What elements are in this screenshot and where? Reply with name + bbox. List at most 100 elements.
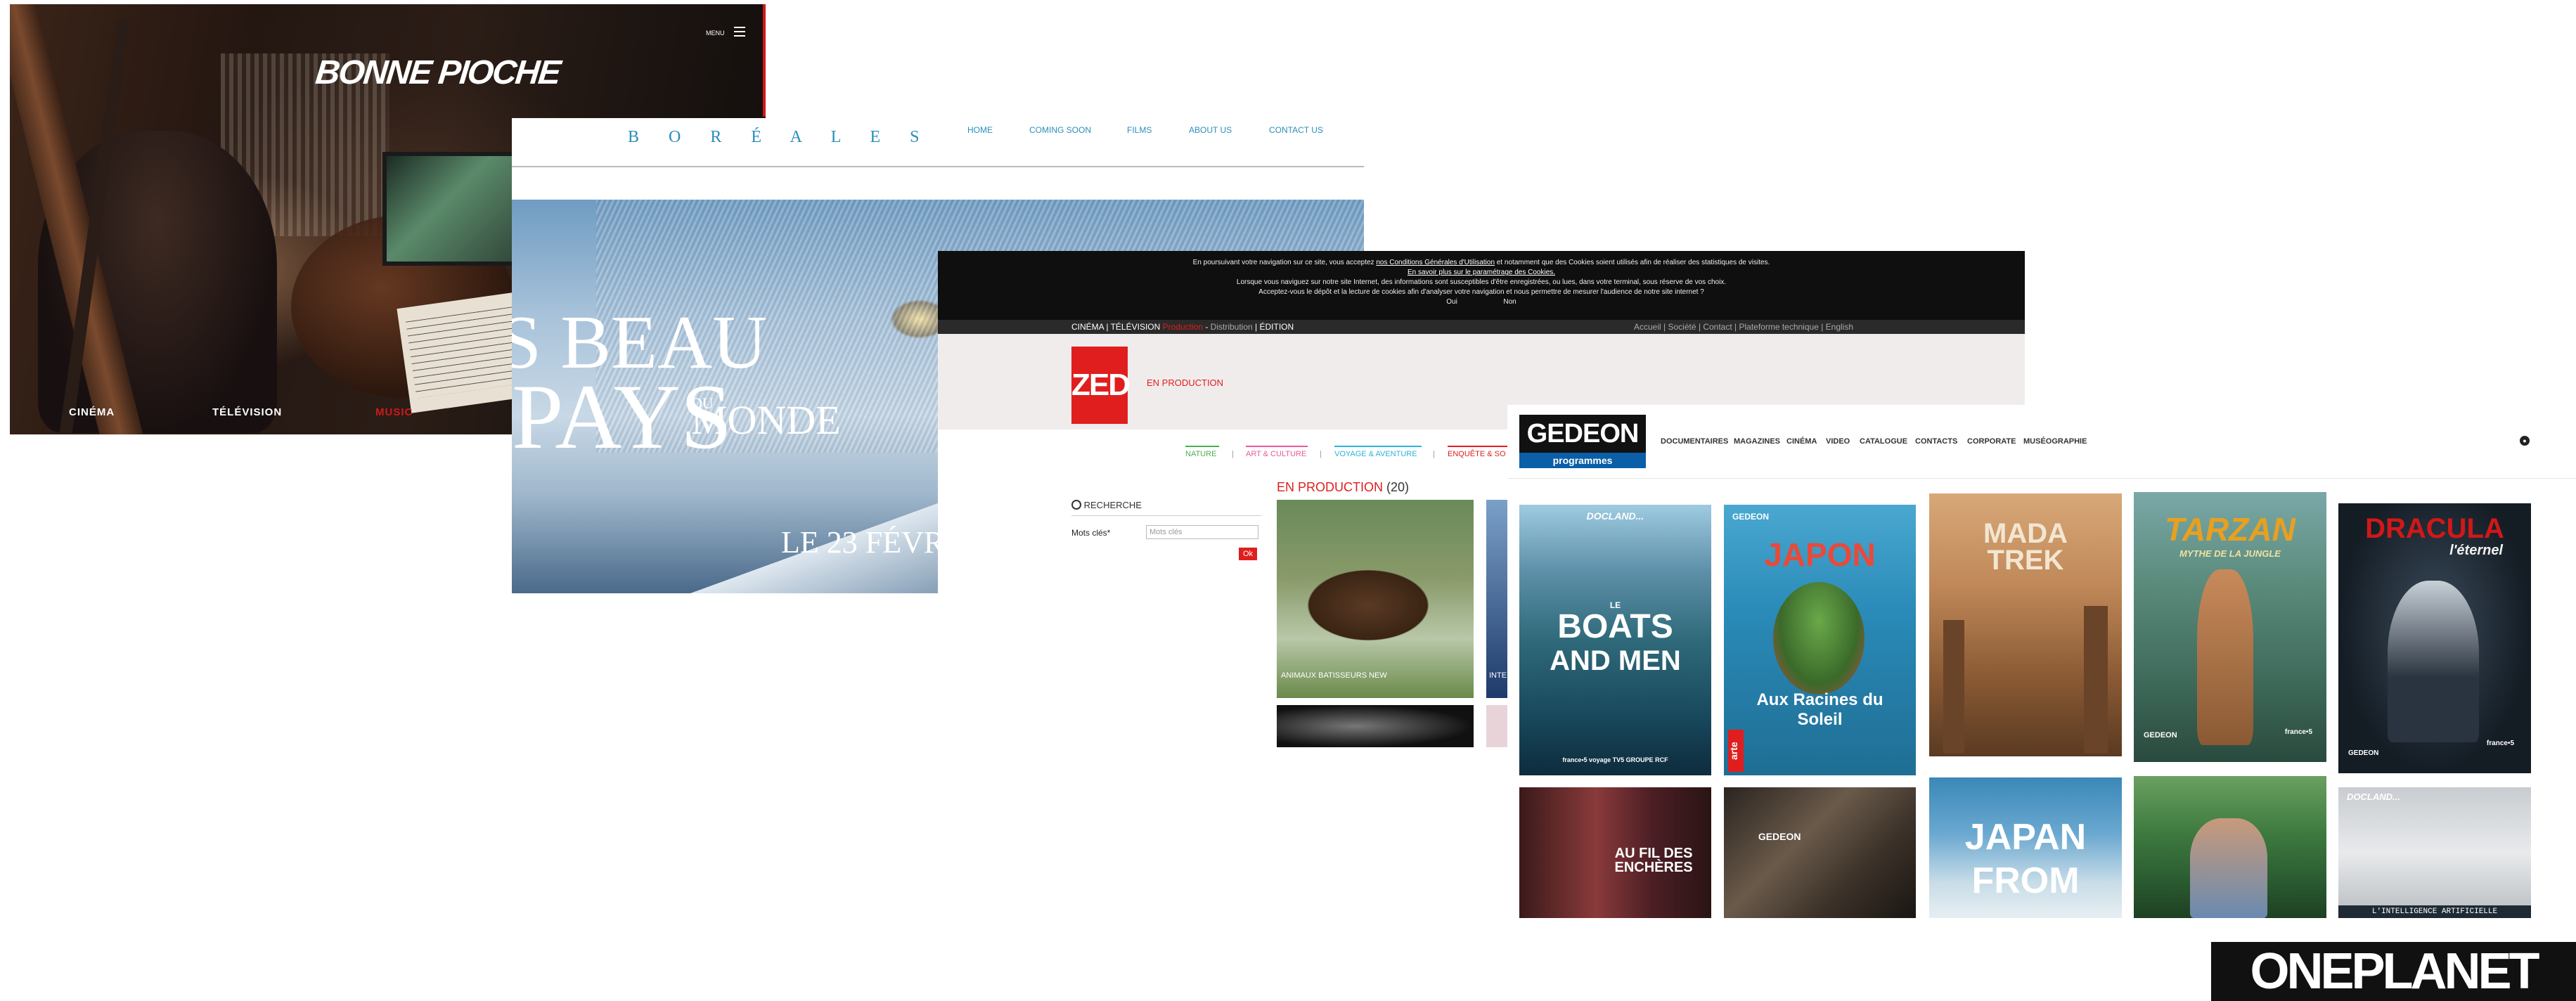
card-caption: ANIMAUX BATISSEURS NEW [1281,671,1387,680]
poster-island-image [1773,582,1865,695]
poster-dracula[interactable]: DRACULA l'éternel GEDEON france•5 [2338,503,2531,773]
poster-title: DRACULA [2365,513,2504,544]
production-card[interactable]: INTE [1486,500,1510,698]
topbar-english[interactable]: English [1826,322,1853,332]
cookie-text: et notamment que des Cookies soient util… [1496,259,1770,266]
boreales-logo[interactable]: B O R É A L E S [628,128,932,147]
category-underline [1185,446,1219,447]
nav-contact-us[interactable]: CONTACT US [1269,125,1323,135]
topbar-edition[interactable]: ÉDITION [1260,322,1294,332]
nav-home[interactable]: HOME [967,125,993,135]
keywords-label: Mots clés* [1071,528,1111,538]
category-separator: | [1433,450,1435,458]
production-card[interactable] [1486,705,1510,747]
topbar-contact[interactable]: Contact [1703,322,1732,332]
topbar-production[interactable]: Production [1163,322,1203,332]
tarzan-figure-image [2197,569,2253,745]
arte-logo: arte [1728,730,1744,772]
nav-about-us[interactable]: ABOUT US [1189,125,1232,135]
hamburger-menu-icon[interactable] [734,27,745,37]
family-figures-image [2190,818,2267,918]
category-art-culture[interactable]: ART & CULTURE [1246,448,1306,458]
poster-title: TARZAN [2165,511,2295,548]
cookie-banner: En poursuivant votre navigation sur ce s… [938,251,2025,320]
cookie-text: Acceptez-vous le dépôt et la lecture de … [1258,288,1704,296]
poster-family-forest[interactable] [2134,776,2326,918]
poster-small-label: GEDEON [2348,749,2379,757]
production-card[interactable] [1277,705,1474,747]
category-enquete[interactable]: ENQUÊTE & SO [1448,448,1506,458]
nav-television[interactable]: TÉLÉVISION [212,406,282,418]
header-divider [512,166,1364,167]
cookie-decline-button[interactable]: Non [1503,298,1516,306]
poster-subtitle: MYTHE DE LA JUNGLE [2179,548,2281,559]
poster-footer: france•5 [2284,728,2312,736]
poster-top-label: DOCLAND... [1586,510,1644,522]
nav-video[interactable]: VIDEO [1826,437,1850,446]
poster-title: GEDEON [1758,831,1801,842]
poster-tarzan[interactable]: TARZAN MYTHE DE LA JUNGLE GEDEON france•… [2134,492,2326,762]
section-count: (20) [1386,480,1410,494]
nav-documentaires[interactable]: DOCUMENTAIRES [1661,437,1728,446]
hero-release-date: LE 23 FÉVR [781,525,945,560]
poster-au-fil-des-encheres[interactable]: AU FIL DES ENCHÈRES [1519,787,1711,918]
baobab-image [1943,620,1964,754]
poster-title: JAPON [1764,536,1876,573]
search-heading: RECHERCHE [1071,500,1142,510]
nav-corporate[interactable]: CORPORATE [1967,437,2016,446]
nav-magazines[interactable]: MAGAZINES [1734,437,1780,446]
category-voyage-aventure[interactable]: VOYAGE & AVENTURE [1334,448,1417,458]
nav-films[interactable]: FILMS [1127,125,1152,135]
gedeon-logo-subtext: programmes [1519,453,1646,468]
account-icon[interactable]: ● [2520,436,2530,446]
gedeon-logo[interactable]: GEDEON programmes [1519,415,1646,468]
poster-subtitle: L'INTELLIGENCE ARTIFICIELLE [2338,905,2531,918]
category-underline [1334,446,1422,447]
topbar-company[interactable]: Société [1668,322,1696,332]
poster-title: BOATS [1557,608,1673,645]
poster-mada-trek[interactable]: MADA TREK [1929,493,2122,756]
search-ok-button[interactable]: Ok [1239,548,1257,560]
category-separator: | [1232,450,1234,458]
nav-coming-soon[interactable]: COMING SOON [1029,125,1091,135]
production-card-beaver[interactable]: ANIMAUX BATISSEURS NEW [1277,500,1474,698]
oneplanet-logo: ONEPLANET [2211,942,2576,1001]
poster-intelligence-artificielle[interactable]: DOCLAND... L'INTELLIGENCE ARTIFICIELLE [2338,787,2531,918]
accent-bar [763,4,766,117]
nav-music[interactable]: MUSIC [375,406,413,418]
search-divider [1071,515,1261,516]
nav-cinema[interactable]: CINÉMA [69,406,115,418]
card-caption: INTE [1489,671,1507,680]
cookie-settings-link[interactable]: En savoir plus sur le paramétrage des Co… [1408,269,1555,276]
nav-catalogue[interactable]: CATALOGUE [1860,437,1907,446]
zed-logo[interactable]: ZED [1071,347,1131,424]
nav-cinema[interactable]: CINÉMA [1786,437,1817,446]
topbar-distribution[interactable]: Distribution [1211,322,1253,332]
poster-footer: france•5 voyage TV5 GROUPE RCF [1562,756,1668,763]
topbar-television[interactable]: TÉLÉVISION [1111,322,1161,332]
category-underline [1246,446,1308,447]
gedeon-logo-text: GEDEON [1526,419,1640,448]
cookie-accept-button[interactable]: Oui [1446,298,1457,306]
poster-japan-from[interactable]: JAPAN FROM [1929,777,2122,918]
poster-gedeon-chefs[interactable]: GEDEON [1724,787,1916,918]
poster-boats-and-men[interactable]: DOCLAND... LE BOATS AND MEN france•5 voy… [1519,505,1711,775]
poster-japon[interactable]: GEDEON JAPON Aux Racines du Soleil arte [1724,505,1916,775]
topbar-home[interactable]: Accueil [1634,322,1661,332]
poster-subtitle: AND MEN [1550,645,1681,676]
bonne-pioche-logo[interactable]: BONNE PIOCHE [314,53,561,92]
cookie-text: Lorsque vous naviguez sur notre site Int… [1236,278,1727,286]
topbar-cinema[interactable]: CINÉMA [1071,322,1104,332]
topbar-right-nav: Accueil | Société | Contact | Plateforme… [1634,322,1854,332]
section-title: EN PRODUCTION (20) [1277,480,1410,494]
topbar-platform[interactable]: Plateforme technique [1739,322,1818,332]
menu-label[interactable]: MENU [706,30,725,37]
category-nature[interactable]: NATURE [1185,448,1216,458]
nav-contacts[interactable]: CONTACTS [1915,437,1957,446]
keywords-input[interactable]: Mots clés [1146,525,1258,539]
nav-museographie[interactable]: MUSÉOGRAPHIE [2023,437,2087,446]
cookie-text: En poursuivant votre navigation sur ce s… [1192,259,1374,266]
poster-title: AU FIL DES ENCHÈRES [1614,846,1693,875]
poster-subtitle: l'éternel [2449,543,2503,558]
terms-link[interactable]: nos Conditions Générales d'Utilisation [1376,259,1495,266]
